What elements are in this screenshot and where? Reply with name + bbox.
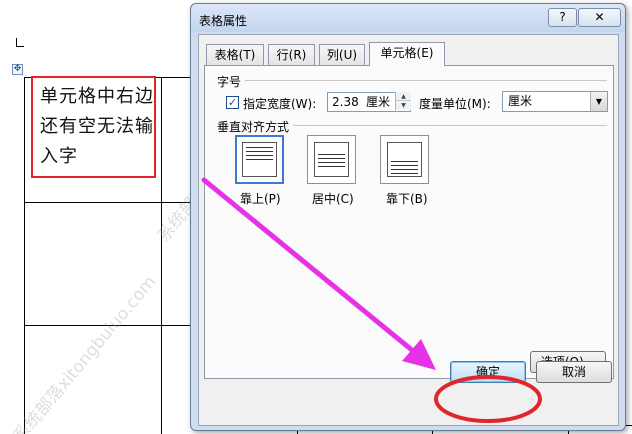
align-center-label[interactable]: 居中(C) bbox=[312, 190, 354, 207]
align-line bbox=[391, 165, 418, 166]
measure-unit-label: 度量单位(M): bbox=[419, 97, 491, 111]
align-center-icon bbox=[314, 142, 349, 177]
table-border bbox=[161, 77, 162, 434]
help-button[interactable]: ? bbox=[548, 8, 577, 27]
size-section-label: 字号 bbox=[217, 75, 242, 89]
table-border bbox=[24, 77, 25, 434]
spin-down-icon[interactable]: ▼ bbox=[396, 101, 411, 110]
page-margin-mark bbox=[16, 38, 17, 46]
close-button[interactable]: ✕ bbox=[578, 8, 621, 27]
align-line bbox=[246, 147, 273, 148]
vertical-align-section-label: 垂直对齐方式 bbox=[217, 120, 290, 134]
dialog-titlebar[interactable]: 表格属性 ? ✕ bbox=[191, 4, 625, 32]
width-value: 2.38 bbox=[332, 95, 359, 109]
watermark: 系统部落xitongbuluo.com bbox=[9, 272, 161, 434]
align-line bbox=[318, 154, 345, 155]
spin-up-icon[interactable]: ▲ bbox=[396, 92, 411, 101]
align-line bbox=[391, 173, 418, 174]
tab-table[interactable]: 表格(T) bbox=[206, 44, 264, 65]
chevron-down-icon[interactable]: ▼ bbox=[590, 92, 607, 111]
section-divider bbox=[293, 125, 607, 126]
align-line bbox=[318, 162, 345, 163]
align-line bbox=[318, 158, 345, 159]
specify-width-checkbox[interactable]: ✓ bbox=[226, 96, 239, 109]
width-spinner[interactable]: ▲ ▼ bbox=[395, 92, 411, 112]
section-divider bbox=[245, 80, 607, 81]
align-top-label[interactable]: 靠上(P) bbox=[240, 190, 281, 207]
cell-text-highlight bbox=[31, 76, 156, 178]
align-line bbox=[246, 151, 273, 152]
measure-unit-select[interactable]: 厘米 ▼ bbox=[502, 91, 608, 112]
align-line bbox=[391, 161, 418, 162]
tab-cell[interactable]: 单元格(E) bbox=[369, 42, 445, 66]
tab-row[interactable]: 行(R) bbox=[268, 44, 315, 65]
align-line bbox=[246, 159, 273, 160]
measure-unit-value: 厘米 bbox=[508, 94, 533, 108]
align-top-option[interactable] bbox=[235, 135, 284, 184]
cancel-button[interactable]: 取消 bbox=[536, 361, 612, 383]
dialog-title: 表格属性 bbox=[199, 14, 248, 28]
align-top-icon bbox=[242, 142, 277, 177]
cell-tab-panel: 字号 ✓ 指定宽度(W): 2.38 厘米 ▲ ▼ 度量单位(M): 厘米 ▼ … bbox=[204, 65, 614, 379]
page-margin-mark bbox=[16, 46, 24, 47]
align-bottom-option[interactable] bbox=[380, 135, 429, 184]
align-line bbox=[246, 155, 273, 156]
align-bottom-icon bbox=[387, 142, 422, 177]
table-border bbox=[24, 202, 194, 203]
table-move-handle-icon[interactable]: ✥ bbox=[12, 64, 23, 75]
align-bottom-label[interactable]: 靠下(B) bbox=[386, 190, 428, 207]
width-unit: 厘米 bbox=[366, 95, 391, 109]
align-line bbox=[318, 166, 345, 167]
tab-column[interactable]: 列(U) bbox=[319, 44, 365, 65]
align-line bbox=[391, 169, 418, 170]
ok-button[interactable]: 确定 bbox=[450, 361, 526, 383]
align-center-option[interactable] bbox=[307, 135, 356, 184]
table-properties-dialog: 表格属性 ? ✕ 表格(T) 行(R) 列(U) 单元格(E) 字号 ✓ 指定宽… bbox=[190, 3, 626, 431]
specify-width-label: 指定宽度(W): bbox=[243, 97, 317, 111]
